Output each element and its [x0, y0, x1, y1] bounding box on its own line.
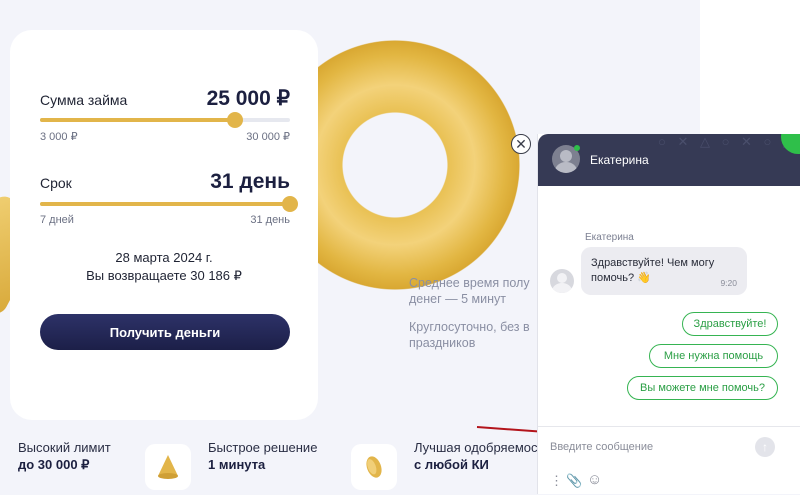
send-button[interactable]: ↑ [755, 437, 775, 457]
return-amount: Вы возвращаете 30 186 ₽ [86, 268, 242, 283]
agent-name: Екатерина [590, 153, 649, 167]
loan-calculator-card: Сумма займа 25 000 ₽ 3 000 ₽ 30 000 ₽ Ср… [10, 30, 318, 420]
chat-header: ○ ✕ △ ○ ✕ ○ △ Екатерина [538, 134, 800, 186]
coin-icon [351, 444, 397, 490]
cone-icon [145, 444, 191, 490]
term-max: 31 день [250, 214, 290, 226]
message-text: Здравствуйте! Чем могу помочь? 👋 [591, 257, 715, 284]
feature-limit-value: до 30 000 ₽ [18, 457, 90, 472]
feature-speed-value: 1 минута [208, 457, 266, 472]
quick-reply-need-help[interactable]: Мне нужна помощь [649, 344, 778, 368]
amount-value: 25 000 ₽ [206, 87, 290, 110]
get-money-button[interactable]: Получить деньги [40, 314, 290, 350]
info-time-line1: Среднее время полу [409, 276, 530, 290]
info-hours-line1: Круглосуточно, без в [409, 320, 530, 334]
message-avatar [550, 269, 574, 293]
info-hours-line2: праздников [409, 336, 476, 350]
quick-reply-can-you-help[interactable]: Вы можете мне помочь? [627, 376, 778, 400]
term-min: 7 дней [40, 214, 74, 226]
amount-max: 30 000 ₽ [246, 131, 290, 143]
feature-approval-value: с любой КИ [414, 457, 489, 472]
feature-limit: Высокий лимит до 30 000 ₽ [18, 440, 111, 473]
chat-close-button[interactable]: ✕ [511, 134, 531, 154]
amount-row: Сумма займа 25 000 ₽ [40, 86, 290, 111]
term-value: 31 день [210, 170, 290, 193]
message-input[interactable]: Введите сообщение [550, 441, 653, 453]
amount-slider[interactable] [40, 112, 290, 128]
term-label: Срок [40, 175, 72, 191]
header-pattern: ○ ✕ △ ○ ✕ ○ △ [658, 134, 798, 149]
feature-limit-title: Высокий лимит [18, 440, 111, 455]
menu-dots-icon[interactable]: ⋮ [550, 473, 563, 489]
term-slider-handle[interactable] [282, 196, 298, 212]
term-slider[interactable] [40, 196, 298, 212]
online-indicator [574, 145, 580, 151]
chat-widget: ○ ✕ △ ○ ✕ ○ △ Екатерина Екатерина Здравс… [537, 134, 800, 494]
attach-icon[interactable]: 📎 [566, 473, 582, 489]
amount-min: 3 000 ₽ [40, 131, 78, 143]
status-corner [781, 134, 800, 154]
message-time: 9:20 [720, 278, 737, 288]
message-author: Екатерина [585, 232, 634, 243]
term-range: 7 дней 31 день [40, 214, 290, 226]
amount-slider-fill [40, 118, 235, 122]
message-bubble: Здравствуйте! Чем могу помочь? 👋 9:20 [581, 247, 747, 295]
info-time-line2: денег — 5 минут [409, 292, 506, 306]
feature-speed-title: Быстрое решение [208, 440, 318, 455]
feature-speed: Быстрое решение 1 минута [208, 440, 317, 472]
return-date: 28 марта 2024 г. [115, 250, 213, 265]
amount-range: 3 000 ₽ 30 000 ₽ [40, 130, 290, 143]
term-slider-fill [40, 202, 290, 206]
quick-reply-hello[interactable]: Здравствуйте! [682, 312, 778, 336]
chat-composer: Введите сообщение ↑ ⋮ 📎 ☺ [538, 426, 800, 495]
amount-label: Сумма займа [40, 92, 128, 108]
term-row: Срок 31 день [40, 170, 290, 194]
amount-slider-handle[interactable] [227, 112, 243, 128]
emoji-icon[interactable]: ☺ [587, 471, 602, 488]
